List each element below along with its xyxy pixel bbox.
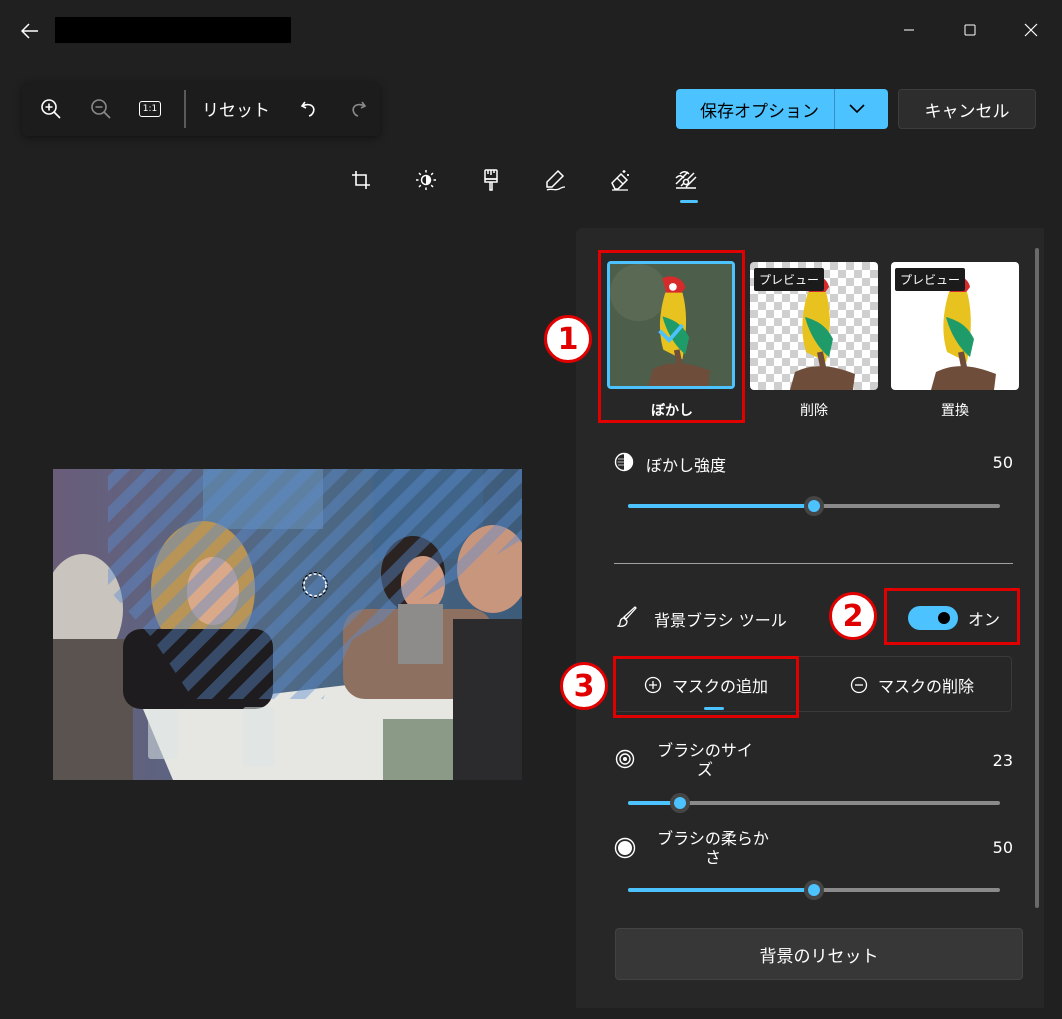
mode-replace-label: 置換 <box>941 403 969 419</box>
blur-strength-icon <box>614 452 634 472</box>
preview-badge: プレビュー <box>895 268 966 291</box>
remove-mask-button[interactable]: マスクの削除 <box>814 659 1010 711</box>
add-mask-button[interactable]: マスクの追加 <box>616 659 796 711</box>
back-button[interactable] <box>14 16 46 46</box>
mode-blur-label: ぼかし <box>651 403 693 419</box>
preview-badge: プレビュー <box>754 268 825 291</box>
brush-size-icon <box>615 749 635 769</box>
photo-image <box>53 469 522 780</box>
tab-adjust[interactable] <box>409 163 443 197</box>
save-options-button[interactable]: 保存オプション <box>676 89 888 129</box>
annotation-badge-3: 3 <box>560 662 608 710</box>
brightness-icon <box>416 170 436 190</box>
maximize-icon <box>964 24 976 36</box>
blur-strength-value: 50 <box>992 453 1013 472</box>
photo-canvas[interactable] <box>53 469 522 780</box>
active-tab-indicator <box>680 200 698 203</box>
brush-tool-toggle[interactable] <box>908 606 958 630</box>
arrow-left-icon <box>21 23 38 39</box>
brush-softness-slider-thumb[interactable] <box>804 880 824 900</box>
tab-markup[interactable] <box>538 163 572 197</box>
brush-size-label: ブラシのサイ ズ <box>657 741 753 779</box>
zoom-out-button[interactable] <box>84 93 118 125</box>
actual-size-button[interactable]: 1:1 <box>133 93 167 125</box>
brush-size-value: 23 <box>992 751 1013 770</box>
blur-strength-slider-fill <box>628 504 814 508</box>
brush-icon <box>617 606 637 627</box>
save-split-divider <box>834 89 835 129</box>
brush-softness-value: 50 <box>992 838 1013 857</box>
markup-pen-icon <box>546 169 566 191</box>
actual-size-icon: 1:1 <box>139 101 161 117</box>
chevron-down-icon[interactable] <box>848 101 866 115</box>
brush-softness-slider-fill <box>628 888 814 892</box>
maximize-button[interactable] <box>947 12 993 48</box>
zoom-out-icon <box>91 99 111 119</box>
minimize-button[interactable] <box>886 12 932 48</box>
undo-button[interactable] <box>292 93 326 125</box>
remove-circle-icon <box>850 676 868 694</box>
close-button[interactable] <box>1008 12 1054 48</box>
crop-icon <box>352 171 370 189</box>
cancel-button[interactable]: キャンセル <box>898 89 1036 129</box>
mode-blur-thumbnail[interactable] <box>607 261 735 389</box>
redo-icon <box>352 101 367 117</box>
zoom-in-icon <box>41 99 61 119</box>
blur-strength-label: ぼかし強度 <box>646 456 727 475</box>
brush-size-slider-thumb[interactable] <box>670 793 691 813</box>
add-mask-selected-indicator <box>704 707 724 710</box>
blur-strength-slider-thumb[interactable] <box>804 496 824 516</box>
redo-button[interactable] <box>341 93 375 125</box>
minimize-icon <box>904 29 914 31</box>
brush-tool-label: 背景ブラシ ツール <box>654 611 787 630</box>
zoom-toolbar: 1:1 リセット <box>22 82 380 136</box>
redacted-title <box>55 17 291 43</box>
close-icon <box>1024 23 1038 37</box>
reset-button[interactable]: リセット <box>202 96 270 121</box>
add-circle-icon <box>644 676 662 694</box>
add-mask-label: マスクの追加 <box>671 677 768 696</box>
annotation-badge-1: 1 <box>544 315 592 363</box>
background-icon <box>675 171 697 189</box>
filter-brush-icon <box>484 169 498 191</box>
tab-retouch[interactable] <box>603 163 637 197</box>
annotation-badge-2: 2 <box>829 592 877 640</box>
panel-scrollbar[interactable] <box>1035 248 1039 908</box>
section-divider <box>614 563 1013 564</box>
mode-remove-label: 削除 <box>800 403 828 419</box>
toggle-knob <box>938 612 950 624</box>
tab-crop[interactable] <box>344 163 378 197</box>
tab-background[interactable] <box>669 163 703 197</box>
brush-softness-label: ブラシの柔らか さ <box>657 829 769 867</box>
undo-icon <box>300 101 315 117</box>
mode-remove-thumbnail[interactable]: プレビュー <box>750 262 878 390</box>
reset-background-button[interactable]: 背景のリセット <box>615 928 1023 980</box>
tab-filter[interactable] <box>474 163 508 197</box>
save-options-label: 保存オプション <box>700 101 819 122</box>
mode-replace-thumbnail[interactable]: プレビュー <box>891 262 1019 390</box>
brush-tool-toggle-label: オン <box>968 610 1001 629</box>
zoom-in-button[interactable] <box>34 93 68 125</box>
retouch-eraser-icon <box>611 170 629 191</box>
remove-mask-label: マスクの削除 <box>877 677 974 696</box>
toolbar-divider <box>184 90 186 128</box>
parrot-blur-image <box>610 264 732 386</box>
brush-softness-icon <box>614 837 636 859</box>
